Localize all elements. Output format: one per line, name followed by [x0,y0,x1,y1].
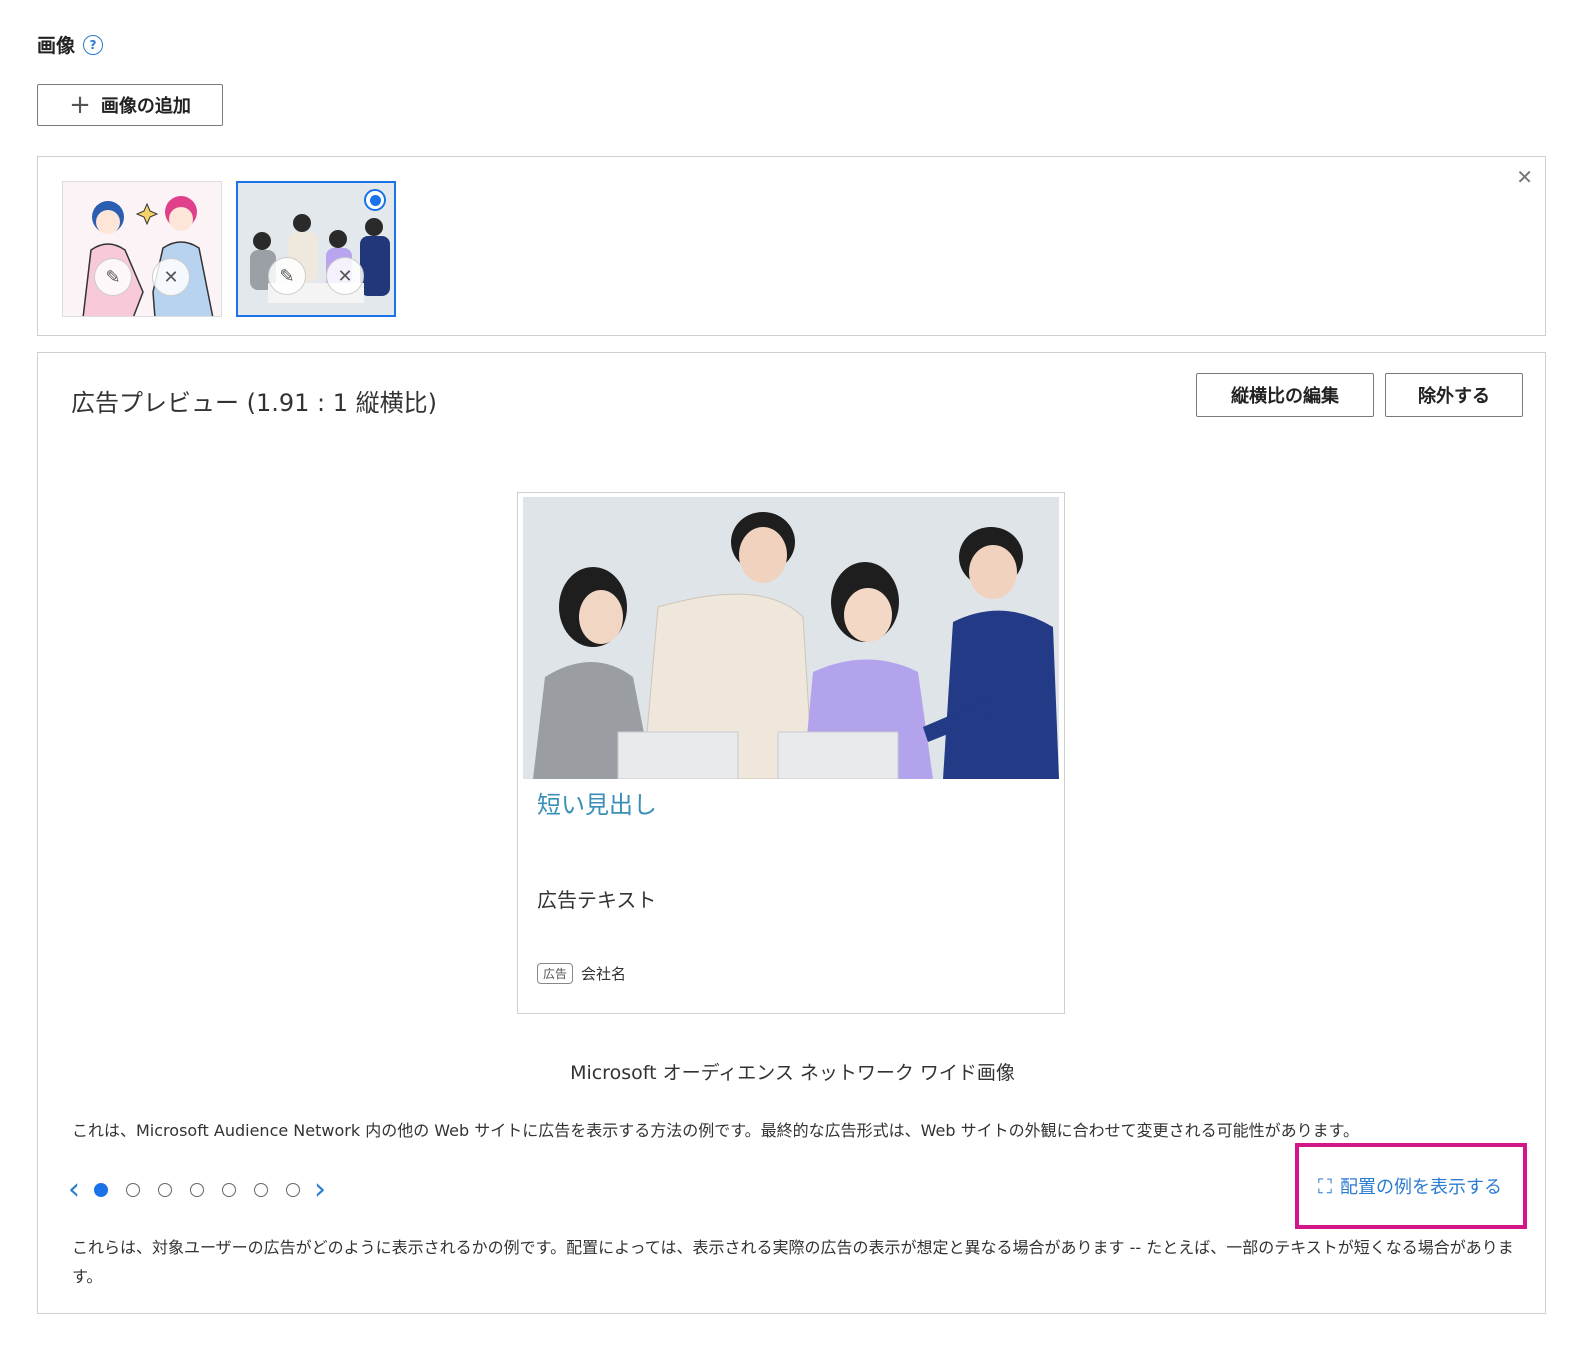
ad-preview-panel: 広告プレビュー (1.91 : 1 縦横比) 縦横比の編集 除外する 短い見出し… [37,352,1546,1314]
image-thumbnails-panel: ✕ ✎ ✕ ✎ ✕ [37,156,1546,336]
illustration-handshake-image [63,182,221,316]
add-image-button[interactable]: + 画像の追加 [37,84,223,126]
company-name: 会社名 [581,965,627,983]
pager-dot[interactable] [94,1183,108,1197]
close-icon[interactable]: ✕ [1516,165,1533,189]
pencil-icon[interactable]: ✎ [268,257,306,295]
pager-dot[interactable] [222,1183,236,1197]
edit-aspect-ratio-button[interactable]: 縦横比の編集 [1196,373,1374,417]
selected-radio-icon[interactable] [364,189,386,211]
pager-dot[interactable] [286,1183,300,1197]
pager-dot[interactable] [254,1183,268,1197]
images-section-title: 画像 ? [37,31,104,58]
images-title-text: 画像 [37,35,76,57]
image-thumbnail-1[interactable]: ✎ ✕ [62,181,222,317]
preview-caption: Microsoft オーディエンス ネットワーク ワイド画像 [570,1062,1015,1084]
plus-icon: + [69,90,91,120]
ad-attribution: 広告 会社名 [537,963,626,984]
pager-dot[interactable] [190,1183,204,1197]
thumbnail-1-actions: ✎ ✕ [63,258,221,296]
preview-pager: ‹ › [68,1175,326,1205]
ad-preview-card: 短い見出し 広告テキスト 広告 会社名 [517,492,1065,1014]
show-placement-examples-label: 配置の例を表示する [1340,1177,1502,1198]
ad-image [523,497,1059,779]
chevron-right-icon[interactable]: › [314,1175,326,1205]
pager-dot[interactable] [126,1183,140,1197]
pager-dots [94,1183,300,1197]
preview-title: 広告プレビュー (1.91 : 1 縦横比) [71,389,438,417]
close-icon[interactable]: ✕ [326,257,364,295]
placement-note: これらは、対象ユーザーの広告がどのように表示されるかの例です。配置によっては、表… [72,1238,1514,1286]
question-circle-icon[interactable]: ? [83,34,104,55]
image-thumbnail-2[interactable]: ✎ ✕ [236,181,396,317]
add-image-label: 画像の追加 [100,96,191,117]
pencil-icon[interactable]: ✎ [94,258,132,296]
expand-icon: ⛶ [1318,1174,1332,1198]
thumbnail-2-actions: ✎ ✕ [238,257,394,295]
ad-badge: 広告 [537,963,574,984]
show-placement-examples-link[interactable]: ⛶ 配置の例を表示する [1318,1173,1502,1199]
pager-dot[interactable] [158,1183,172,1197]
ad-headline: 短い見出し [537,791,657,819]
exclude-button[interactable]: 除外する [1385,373,1523,417]
group-photo-large-image [523,497,1059,779]
chevron-left-icon[interactable]: ‹ [68,1175,80,1205]
close-icon[interactable]: ✕ [152,258,190,296]
ad-text: 広告テキスト [537,888,657,912]
preview-description: これは、Microsoft Audience Network 内の他の Web … [72,1121,1360,1140]
